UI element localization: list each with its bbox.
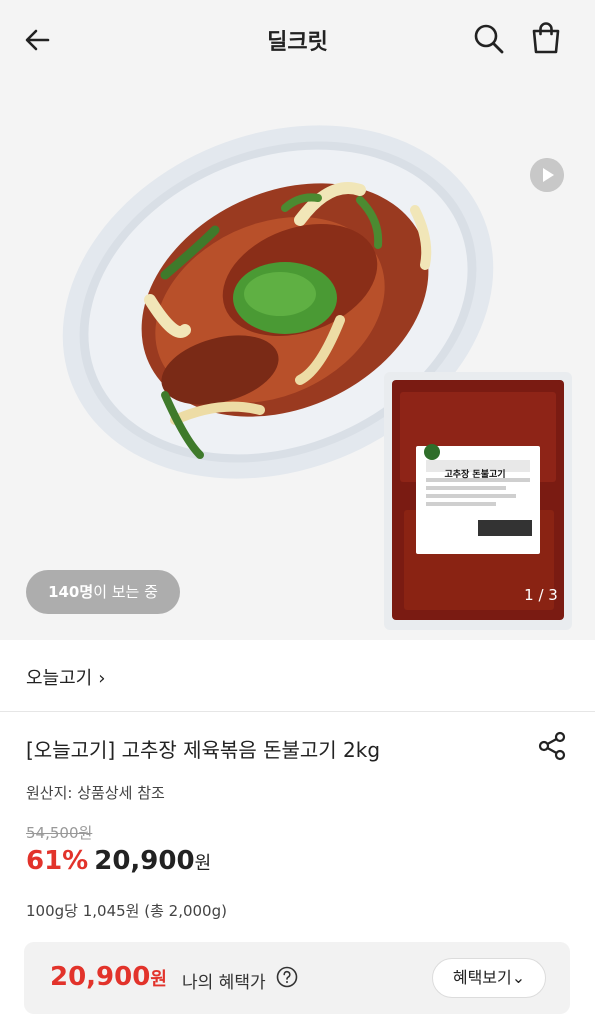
benefit-label: 나의 혜택가: [182, 973, 266, 993]
viewers-count: 140명: [48, 583, 94, 601]
benefit-price-box: 20,900원 나의 혜택가 혜택보기⌄: [24, 942, 570, 1014]
shopping-bag-icon[interactable]: [528, 20, 564, 56]
benefit-price-unit: 원: [150, 969, 167, 990]
price-row: 61% 20,900원: [26, 846, 211, 882]
view-benefits-button[interactable]: 혜택보기⌄: [432, 958, 546, 998]
benefit-price: 20,900원: [50, 962, 167, 992]
origin-info: 원산지: 상품상세 참조: [26, 784, 165, 802]
benefit-price-value: 20,900: [50, 962, 151, 992]
price-unit: 원: [194, 853, 212, 874]
product-image-carousel[interactable]: 고추장 돈불고기 140명이 보는 중 1 / 3: [0, 80, 595, 640]
search-icon[interactable]: [472, 22, 506, 56]
brand-link[interactable]: 오늘고기 ›: [26, 664, 105, 690]
view-benefits-label: 혜택보기: [452, 968, 512, 987]
package-label: 고추장 돈불고기: [444, 470, 506, 480]
brand-row: 오늘고기 ›: [0, 640, 595, 712]
sale-price: 20,900: [94, 846, 195, 876]
chevron-down-icon: ⌄: [511, 968, 526, 987]
viewers-suffix: 이 보는 중: [93, 583, 158, 601]
original-price: 54,500원: [26, 824, 93, 842]
top-app-bar: 딜크릿: [0, 0, 595, 80]
brand-name: 오늘고기: [26, 668, 93, 689]
unit-price: 100g당 1,045원 (총 2,000g): [26, 902, 227, 920]
share-icon[interactable]: [536, 730, 568, 762]
question-circle-icon[interactable]: [276, 966, 298, 988]
chevron-right-icon: ›: [98, 668, 106, 689]
product-title: [오늘고기] 고추장 제육볶음 돈불고기 2kg: [26, 738, 381, 762]
discount-rate: 61%: [26, 846, 89, 876]
play-icon[interactable]: [530, 158, 564, 192]
carousel-page-indicator: 1 / 3: [524, 586, 558, 604]
viewers-badge: 140명이 보는 중: [26, 570, 180, 614]
